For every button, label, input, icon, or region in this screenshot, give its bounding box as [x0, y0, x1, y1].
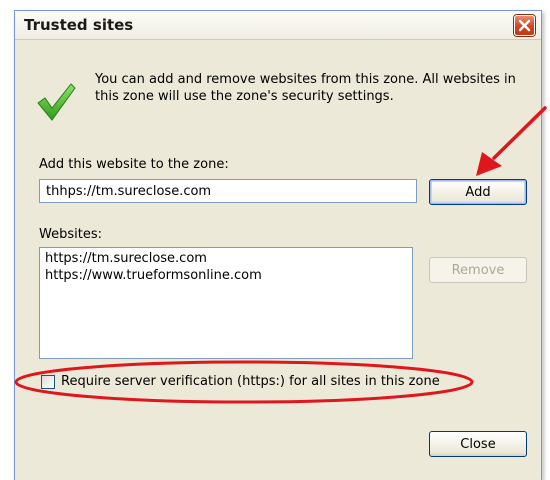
remove-button[interactable]: Remove — [429, 257, 527, 283]
green-checkmark-icon — [37, 83, 76, 121]
close-button[interactable]: Close — [429, 431, 527, 457]
list-item[interactable]: https://tm.sureclose.com — [45, 250, 407, 267]
close-icon[interactable] — [514, 15, 535, 36]
dialog-title: Trusted sites — [24, 16, 134, 34]
zone-description: You can add and remove websites from thi… — [95, 72, 516, 104]
add-website-label: Add this website to the zone: — [39, 157, 229, 172]
add-website-input[interactable] — [39, 179, 417, 203]
websites-list[interactable]: https://tm.sureclose.com https://www.tru… — [39, 247, 413, 359]
trusted-sites-dialog: Trusted sites You can add and remove web… — [14, 10, 542, 480]
require-verification-label[interactable]: Require server verification (https:) for… — [61, 374, 440, 389]
list-item[interactable]: https://www.trueformsonline.com — [45, 267, 407, 284]
websites-label: Websites: — [39, 227, 102, 242]
add-button[interactable]: Add — [429, 179, 527, 205]
title-bar[interactable]: Trusted sites — [15, 11, 541, 40]
require-verification-checkbox[interactable] — [41, 375, 55, 389]
